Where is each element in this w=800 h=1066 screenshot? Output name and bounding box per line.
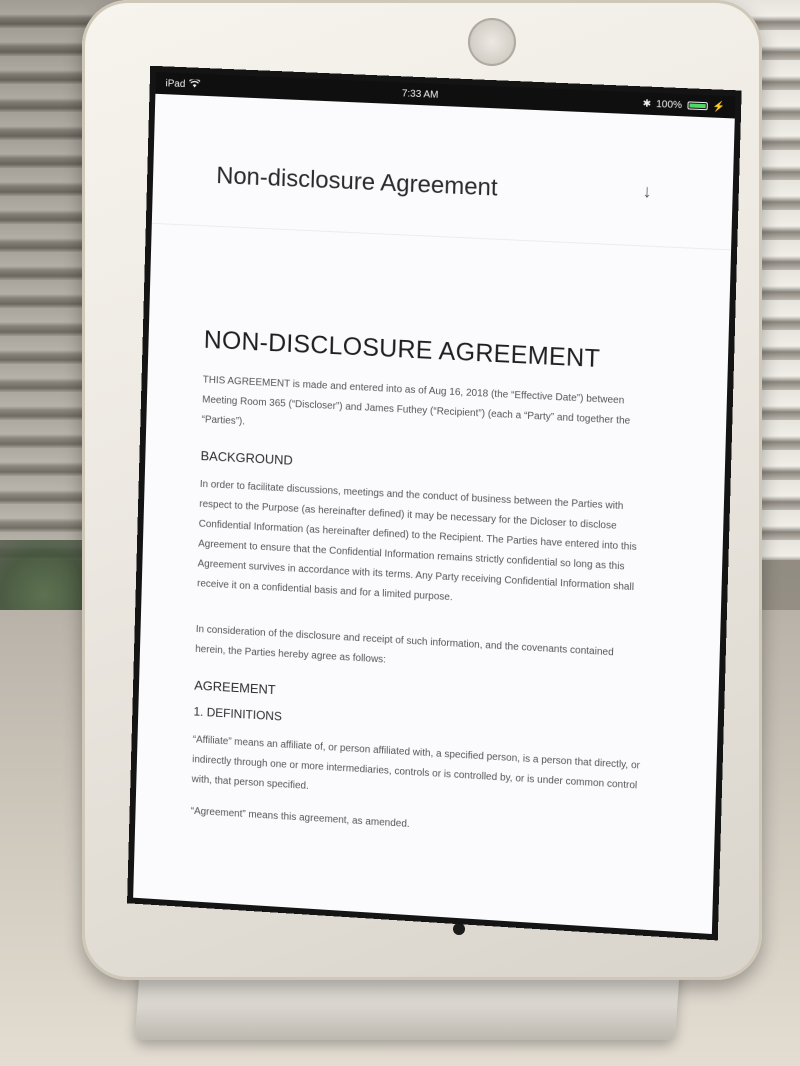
battery-icon: [686, 101, 708, 111]
charging-icon: ⚡: [712, 100, 726, 113]
bluetooth-icon: ✱: [642, 97, 652, 110]
download-arrow-icon[interactable]: ↓: [642, 181, 652, 203]
front-camera: [468, 18, 516, 66]
wifi-icon: [189, 79, 200, 90]
status-time: 7:33 AM: [401, 87, 439, 101]
background-paragraph: In order to facilitate discussions, meet…: [196, 478, 637, 604]
agreement-main-heading: NON-DISCLOSURE AGREEMENT: [203, 325, 601, 374]
document-header: Non-disclosure Agreement ↓: [151, 93, 735, 251]
device-label: iPad: [165, 77, 186, 90]
home-button[interactable]: [453, 923, 465, 935]
affiliate-definition: “Affiliate” means an affiliate of, or pe…: [191, 734, 641, 792]
document-title: Non-disclosure Agreement: [215, 162, 498, 202]
ipad-screen: iPad 7:33 AM ✱ 100% ⚡ Non-disclosure Agr…: [133, 71, 736, 935]
document-body: NON-DISCLOSURE AGREEMENT THIS AGREEMENT …: [135, 224, 731, 854]
battery-percent: 100%: [655, 98, 683, 111]
intro-paragraph: THIS AGREEMENT is made and entered into …: [201, 374, 631, 428]
